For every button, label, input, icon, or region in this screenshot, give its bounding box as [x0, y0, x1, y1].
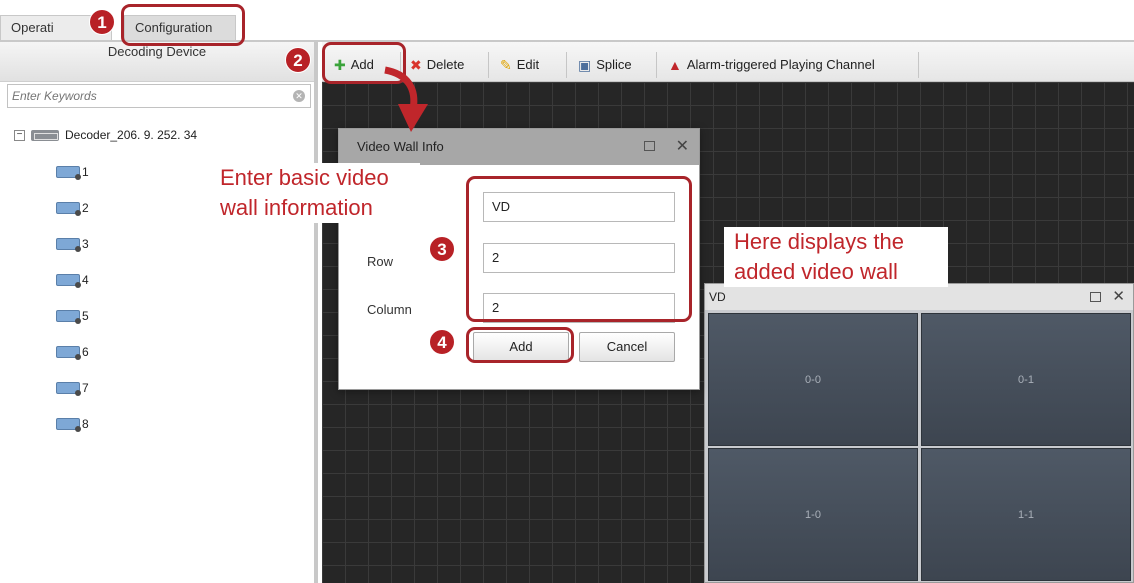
channel-icon — [56, 382, 81, 396]
decoder-label: Decoder_206. 9. 252. 34 — [65, 128, 198, 142]
tab-operation-label: Operati — [11, 20, 54, 35]
tree-item-channel[interactable]: 5 — [56, 308, 89, 324]
channel-label: 6 — [82, 345, 89, 359]
highlight-dialog-add — [466, 327, 574, 363]
tree-root-decoder[interactable]: − Decoder_206. 9. 252. 34 — [14, 126, 197, 144]
panel-header: Decoding Device — [0, 42, 314, 82]
toolbar: ✚ Add ✖ Delete ✎ Edit ▣ Splice ▲ Alarm-trigge… — [322, 42, 1134, 82]
channel-label: 7 — [82, 381, 89, 395]
step-badge: 3 — [429, 236, 455, 262]
alarm-channel-label: Alarm-triggered Playing Channel — [686, 57, 875, 72]
step-badge: 1 — [89, 9, 115, 35]
wall-screen-cell[interactable]: 0-1 — [921, 313, 1131, 446]
edit-button[interactable]: ✎ Edit — [500, 54, 539, 76]
decoder-device-icon — [31, 129, 59, 141]
channel-label: 5 — [82, 309, 89, 323]
maximize-icon[interactable] — [644, 141, 655, 151]
cell-label: 1-1 — [1018, 509, 1034, 521]
toolbar-separator — [566, 52, 567, 78]
wall-screen-cell[interactable]: 1-0 — [708, 448, 918, 581]
video-wall-window[interactable]: VD ✕ 0-0 0-1 1-0 1-1 — [704, 283, 1134, 583]
channel-icon — [56, 238, 81, 252]
row-label: Row — [367, 254, 394, 269]
cell-label: 0-0 — [805, 374, 821, 386]
toolbar-separator — [488, 52, 489, 78]
close-icon[interactable]: ✕ — [1112, 284, 1125, 310]
note-line: added video wall — [734, 259, 898, 284]
tree-item-channel[interactable]: 1 — [56, 164, 89, 180]
column-label: Column — [367, 302, 412, 317]
search-box: ✕ — [7, 84, 311, 108]
note-added-wall: Here displays the added video wall — [724, 227, 948, 287]
splice-button[interactable]: ▣ Splice — [578, 54, 632, 76]
maximize-icon[interactable] — [1090, 292, 1101, 302]
channel-label: 1 — [82, 165, 89, 179]
note-line: Enter basic video — [220, 165, 389, 190]
dialog-title: Video Wall Info — [357, 139, 444, 154]
cell-label: 0-1 — [1018, 374, 1034, 386]
step-badge: 4 — [429, 329, 455, 355]
highlight-dialog-fields — [466, 176, 692, 322]
tree-item-channel[interactable]: 4 — [56, 272, 89, 288]
wall-screen-cell[interactable]: 1-1 — [921, 448, 1131, 581]
collapse-icon[interactable]: − — [14, 129, 25, 141]
wall-screen-cell[interactable]: 0-0 — [708, 313, 918, 446]
alarm-light-icon: ▲ — [668, 57, 682, 73]
edit-label: Edit — [516, 57, 540, 72]
toolbar-separator — [656, 52, 657, 78]
splice-label: Splice — [596, 57, 632, 72]
step-badge: 2 — [285, 47, 311, 73]
alarm-channel-button[interactable]: ▲ Alarm-triggered Playing Channel — [668, 54, 875, 76]
clear-search-icon[interactable]: ✕ — [293, 90, 305, 102]
channel-label: 8 — [82, 417, 89, 431]
tree-item-channel[interactable]: 3 — [56, 236, 89, 252]
video-wall-title: VD — [709, 290, 726, 304]
channel-icon — [56, 346, 81, 360]
channel-label: 3 — [82, 237, 89, 251]
pencil-icon: ✎ — [500, 57, 512, 73]
panel-title: Decoding Device — [107, 44, 207, 59]
note-line: Here displays the — [734, 229, 904, 254]
channel-label: 4 — [82, 273, 89, 287]
close-icon[interactable]: ✕ — [676, 129, 689, 165]
tree-item-channel[interactable]: 2 — [56, 200, 89, 216]
video-wall-titlebar[interactable]: VD ✕ — [705, 284, 1133, 310]
toolbar-separator — [918, 52, 919, 78]
channel-label: 2 — [82, 201, 89, 215]
channel-icon — [56, 202, 81, 216]
cell-label: 1-0 — [805, 509, 821, 521]
search-input[interactable] — [8, 85, 278, 107]
channel-icon — [56, 166, 81, 180]
tree-item-channel[interactable]: 6 — [56, 344, 89, 360]
tree-item-channel[interactable]: 8 — [56, 416, 89, 432]
monitor-icon: ▣ — [578, 57, 592, 73]
decoding-device-panel: Decoding Device ✕ − Decoder_206. 9. 252.… — [0, 42, 318, 583]
note-enter-info: Enter basic video wall information — [220, 163, 420, 223]
dialog-cancel-button[interactable]: Cancel — [579, 332, 675, 362]
note-line: wall information — [220, 195, 373, 220]
channel-icon — [56, 274, 81, 288]
channel-icon — [56, 418, 81, 432]
highlight-configuration-tab — [121, 4, 245, 46]
channel-icon — [56, 310, 81, 324]
arrow-icon — [384, 66, 428, 132]
tree-item-channel[interactable]: 7 — [56, 380, 89, 396]
